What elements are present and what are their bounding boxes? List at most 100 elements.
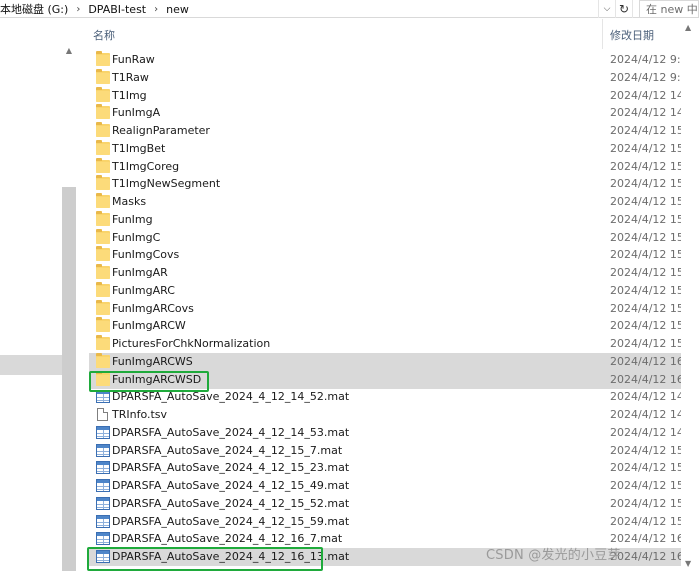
- mat-file-icon: [96, 390, 110, 404]
- file-name: FunImg: [112, 212, 153, 226]
- refresh-icon[interactable]: ↻: [615, 0, 633, 18]
- file-row[interactable]: DPARSFA_AutoSave_2024_4_12_14_53.mat 2024…: [89, 424, 699, 442]
- file-row[interactable]: PicturesForChkNormalization 2024/4/12 15:…: [89, 335, 699, 353]
- file-row[interactable]: T1ImgBet 2024/4/12 15:23: [89, 139, 699, 158]
- folder-icon: [96, 264, 110, 279]
- file-name: FunImgARCWSD: [112, 372, 202, 386]
- file-name: FunImgA: [112, 106, 161, 120]
- file-row[interactable]: FunImgARC 2024/4/12 15:52: [89, 281, 699, 300]
- folder-icon: [96, 246, 110, 262]
- folder-icon: [96, 352, 110, 368]
- file-row[interactable]: RealignParameter 2024/4/12 15:08: [89, 122, 699, 140]
- file-row[interactable]: FunImgA 2024/4/12 14:54: [89, 104, 699, 122]
- breadcrumb-separator-icon[interactable]: ›: [154, 4, 158, 15]
- mat-file-icon: [96, 532, 110, 546]
- file-name: T1ImgBet: [112, 141, 166, 155]
- file-row[interactable]: T1Raw 2024/4/12 9:12: [89, 68, 699, 87]
- file-name: PicturesForChkNormalization: [112, 337, 271, 350]
- nav-scrollbar-thumb[interactable]: [62, 187, 76, 571]
- mat-file-icon: [96, 496, 110, 510]
- folder-icon: [96, 51, 110, 66]
- file-row[interactable]: DPARSFA_AutoSave_2024_4_12_15_52.mat 2024…: [89, 495, 699, 513]
- file-name: DPARSFA_AutoSave_2024_4_12_15_52.mat: [112, 496, 350, 510]
- breadcrumb-separator-icon[interactable]: ›: [76, 4, 80, 15]
- folder-icon: [96, 139, 110, 155]
- scroll-up-arrow-icon[interactable]: ▲: [685, 23, 691, 32]
- file-name: FunImgARC: [112, 283, 175, 297]
- scroll-down-arrow-icon[interactable]: ▼: [685, 559, 691, 568]
- file-list: 名称 修改日期 FunRaw 2024/4/12 9:12 T1Raw 2024/4/…: [80, 19, 699, 575]
- watermark: CSDN @发光的小豆芽: [486, 548, 621, 563]
- column-divider[interactable]: [602, 19, 603, 49]
- file-row[interactable]: FunImgARCovs 2024/4/12 15:52: [89, 299, 699, 318]
- folder-icon: [96, 104, 110, 120]
- breadcrumb-new[interactable]: new: [166, 3, 189, 16]
- file-row[interactable]: FunImgC 2024/4/12 15:49: [89, 228, 699, 247]
- file-name: TRInfo.tsv: [112, 408, 168, 421]
- address-bar[interactable]: 本地磁盘 (G:) › DPABI-test › new ⌵ ↻ 在 new 中…: [0, 0, 699, 18]
- folder-icon: [96, 157, 110, 173]
- file-name: DPARSFA_AutoSave_2024_4_12_14_53.mat: [112, 425, 350, 439]
- folder-icon: [96, 335, 110, 350]
- file-name: T1Img: [112, 88, 147, 102]
- file-row[interactable]: FunRaw 2024/4/12 9:12: [89, 51, 699, 69]
- navigation-pane[interactable]: ▲: [0, 19, 78, 575]
- file-name: T1ImgCoreg: [112, 159, 180, 173]
- column-name[interactable]: 名称: [93, 27, 115, 43]
- folder-icon: [96, 175, 110, 191]
- file-row[interactable]: FunImgARCW 2024/4/12 15:59: [89, 317, 699, 335]
- chevron-down-icon[interactable]: ⌵: [598, 0, 615, 18]
- nav-selected-item[interactable]: [0, 355, 62, 375]
- scroll-up-arrow-icon[interactable]: ▲: [62, 43, 76, 57]
- breadcrumb: 本地磁盘 (G:) › DPABI-test › new: [0, 1, 189, 17]
- column-date-modified[interactable]: 修改日期: [610, 27, 654, 43]
- file-name: DPARSFA_AutoSave_2024_4_12_15_7.mat: [112, 443, 343, 457]
- file-row[interactable]: T1Img 2024/4/12 14:52: [89, 86, 699, 105]
- file-row[interactable]: FunImgARCWS 2024/4/12 16:13: [89, 352, 699, 371]
- folder-icon: [96, 228, 110, 244]
- file-row[interactable]: FunImgARCWSD 2024/4/12 16:13: [89, 370, 699, 389]
- file-name: FunImgC: [112, 230, 161, 244]
- vertical-scrollbar[interactable]: ▲ ▼: [681, 19, 699, 575]
- file-name: DPARSFA_AutoSave_2024_4_12_16_13.mat: [112, 550, 350, 563]
- folder-icon: [96, 86, 110, 102]
- breadcrumb-dpabi-test[interactable]: DPABI-test: [88, 3, 146, 16]
- folder-icon: [96, 299, 110, 315]
- file-row[interactable]: DPARSFA_AutoSave_2024_4_12_15_59.mat 2024…: [89, 513, 699, 531]
- search-placeholder: 在 new 中搜索: [646, 3, 698, 16]
- file-row[interactable]: DPARSFA_AutoSave_2024_4_12_14_52.mat 2024…: [89, 388, 699, 406]
- folder-icon: [96, 317, 110, 333]
- folder-icon: [96, 281, 110, 297]
- file-row[interactable]: DPARSFA_AutoSave_2024_4_12_15_23.mat 2024…: [89, 459, 699, 477]
- file-name: FunImgCovs: [112, 248, 180, 262]
- mat-file-icon: [96, 425, 110, 439]
- file-name: DPARSFA_AutoSave_2024_4_12_15_59.mat: [112, 514, 350, 528]
- mat-file-icon: [96, 479, 110, 492]
- file-row[interactable]: TRInfo.tsv 2024/4/12 14:52: [89, 406, 699, 424]
- file-name: DPARSFA_AutoSave_2024_4_12_16_7.mat: [112, 532, 343, 546]
- file-row[interactable]: Masks 2024/4/12 15:49: [89, 193, 699, 211]
- file-row[interactable]: FunImgAR 2024/4/12 15:52: [89, 264, 699, 282]
- file-name: FunRaw: [112, 53, 155, 66]
- file-name: Masks: [112, 195, 147, 208]
- file-name: DPARSFA_AutoSave_2024_4_12_15_49.mat: [112, 479, 350, 492]
- folder-icon: [96, 210, 110, 226]
- search-input[interactable]: 在 new 中搜索: [639, 0, 699, 18]
- mat-file-icon: [96, 443, 110, 457]
- file-row[interactable]: T1ImgCoreg 2024/4/12 15:23: [89, 157, 699, 176]
- breadcrumb-drive[interactable]: 本地磁盘 (G:): [0, 1, 68, 17]
- file-name: FunImgARCW: [112, 319, 186, 333]
- folder-icon: [96, 193, 110, 208]
- file-row[interactable]: T1ImgNewSegment 2024/4/12 15:23: [89, 175, 699, 193]
- file-row[interactable]: FunImgCovs 2024/4/12 15:49: [89, 246, 699, 264]
- file-name: T1Raw: [112, 70, 149, 84]
- file-row[interactable]: FunImg 2024/4/12 15:49: [89, 210, 699, 229]
- file-row[interactable]: DPARSFA_AutoSave_2024_4_12_15_7.mat 2024/…: [89, 442, 699, 460]
- file-name: RealignParameter: [112, 124, 210, 137]
- mat-file-icon: [96, 461, 110, 475]
- document-icon: [97, 408, 108, 421]
- file-name: DPARSFA_AutoSave_2024_4_12_15_23.mat: [112, 461, 350, 475]
- file-row[interactable]: DPARSFA_AutoSave_2024_4_12_15_49.mat 2024…: [89, 477, 699, 495]
- file-name: DPARSFA_AutoSave_2024_4_12_14_52.mat: [112, 390, 350, 404]
- column-header: 名称 修改日期: [80, 19, 699, 49]
